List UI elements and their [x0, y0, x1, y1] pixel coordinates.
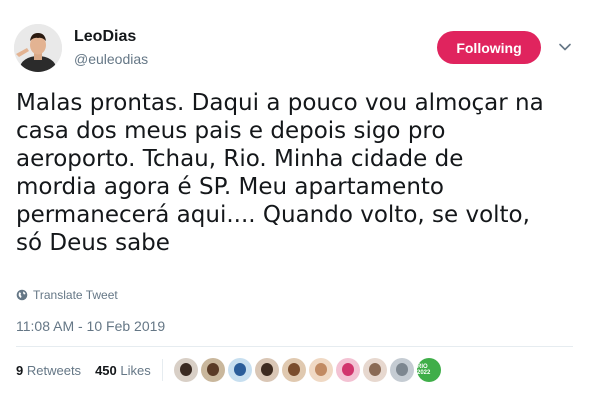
retweets-stat[interactable]: 9 Retweets — [16, 363, 81, 378]
liker-face — [342, 363, 354, 376]
likes-count: 450 — [95, 363, 117, 378]
liker-face — [369, 363, 381, 376]
liker-avatar-6[interactable] — [309, 358, 333, 382]
following-button-label: Following — [456, 39, 522, 56]
tweet-text-line: mordia agora é SP. Meu apartamento — [16, 174, 444, 200]
tweet-text-line: permanecerá aqui.... Quando volto, se vo… — [16, 202, 530, 228]
tweet-timestamp[interactable]: 11:08 AM - 10 Feb 2019 — [16, 318, 165, 334]
tweet-text-line: só Deus sabe — [16, 230, 170, 256]
chevron-down-icon[interactable] — [558, 40, 572, 54]
liker-avatar-4[interactable] — [255, 358, 279, 382]
profile-photo-icon — [14, 24, 62, 72]
likes-stat[interactable]: 450 Likes — [95, 363, 151, 378]
liker-avatar-2[interactable] — [201, 358, 225, 382]
tweet-text-line: Malas prontas. Daqui a pouco vou almoçar… — [16, 90, 544, 116]
liker-face — [207, 363, 219, 376]
liker-face — [261, 363, 273, 376]
retweets-label: Retweets — [26, 363, 82, 378]
tweet-text-line: casa dos meus pais e depois sigo pro — [16, 118, 446, 144]
liker-avatar-8[interactable] — [363, 358, 387, 382]
liker-avatar-1[interactable] — [174, 358, 198, 382]
translate-tweet-label: Translate Tweet — [33, 288, 118, 302]
tweet-card: LeoDias @euleodias Following Malas pront… — [0, 0, 589, 401]
following-button[interactable]: Following — [437, 31, 541, 64]
liker-avatar-badge[interactable]: RIO 2022 — [417, 358, 441, 382]
user-avatar[interactable] — [14, 24, 62, 72]
tweet-text-line: aeroporto. Tchau, Rio. Minha cidade de — [16, 146, 464, 172]
liker-face — [180, 363, 192, 376]
liker-avatar-5[interactable] — [282, 358, 306, 382]
liker-face — [396, 363, 408, 376]
display-name[interactable]: LeoDias — [74, 28, 136, 46]
tweet-text: Malas prontas. Daqui a pouco vou almoçar… — [16, 89, 581, 257]
translate-tweet-link[interactable]: Translate Tweet — [16, 288, 118, 302]
liker-face — [288, 363, 300, 376]
likes-label: Likes — [120, 363, 151, 378]
divider — [16, 346, 573, 347]
liker-avatar-3[interactable] — [228, 358, 252, 382]
liker-avatar-7[interactable] — [336, 358, 360, 382]
user-handle[interactable]: @euleodias — [74, 51, 148, 67]
stats-divider — [162, 359, 163, 381]
likers-avatars: RIO 2022 — [174, 358, 441, 382]
liker-avatar-9[interactable] — [390, 358, 414, 382]
liker-face — [234, 363, 246, 376]
retweets-count: 9 — [16, 363, 24, 378]
globe-icon — [16, 289, 28, 301]
liker-face — [315, 363, 327, 376]
tweet-stats: 9 Retweets 450 Likes — [16, 363, 151, 378]
